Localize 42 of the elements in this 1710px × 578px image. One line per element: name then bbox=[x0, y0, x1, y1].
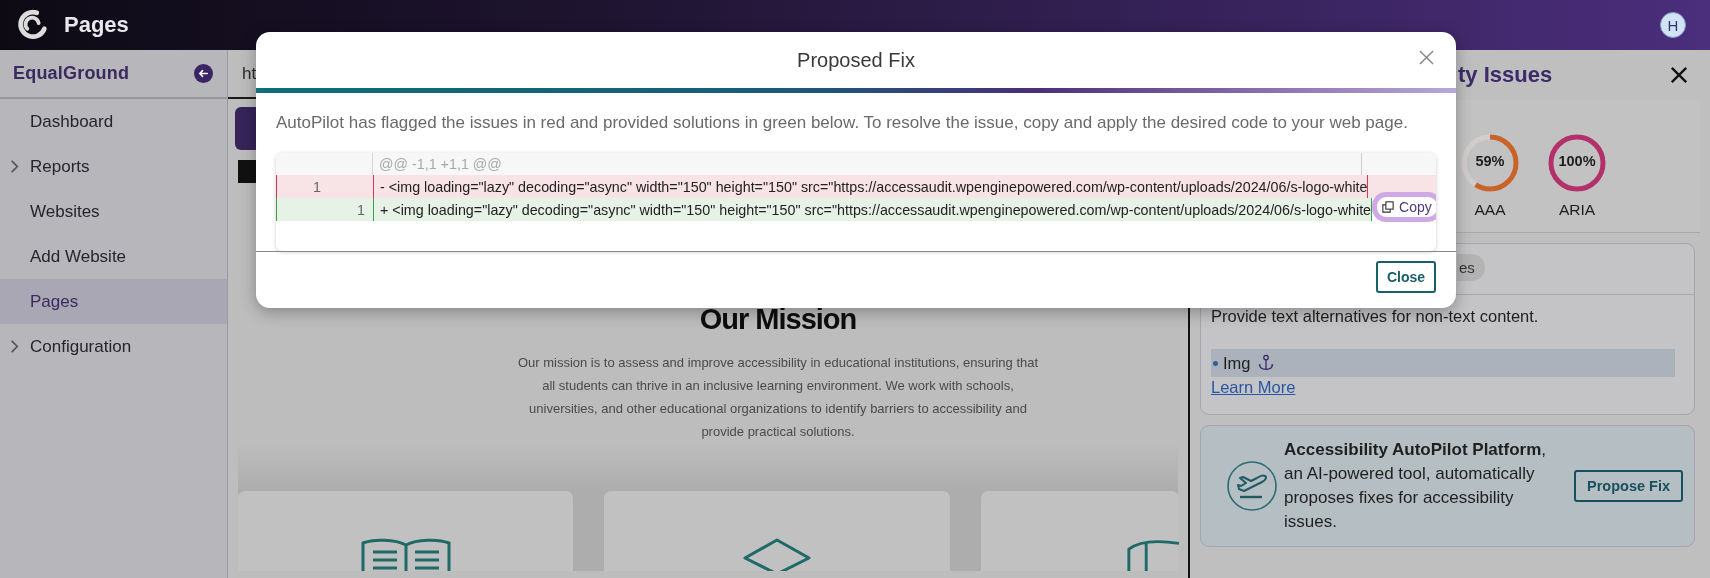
dialog-title: Proposed Fix bbox=[797, 48, 915, 72]
page-tab[interactable]: ht bbox=[242, 63, 257, 84]
issue-tab[interactable]: es bbox=[1457, 254, 1485, 281]
score-label: ARIA bbox=[1558, 201, 1596, 219]
anchor-icon bbox=[1256, 354, 1275, 372]
hunk-header: @@ -1,1 +1,1 @@ bbox=[378, 155, 502, 174]
line-number: 1 bbox=[313, 179, 321, 195]
autopilot-description: Accessibility AutoPilot Platform, an AI-powered tool, automatically proposes fixes for accessibility issues. bbox=[1284, 439, 1547, 533]
brand-name: EqualGround bbox=[13, 63, 130, 84]
chevron-icon[interactable] bbox=[8, 160, 21, 173]
code-line: - <img loading="lazy" decoding="async" width="150" height="150" src="https://accessaudit.wpenginepowered.com/wp-content/uploads/2024/06/s-logo-white bbox=[379, 177, 1368, 197]
code-line: + <img loading="lazy" decoding="async" width="150" height="150" src="https://accessaudit.wpenginepowered.com/wp-content/uploads/2024/06/s-logo-white bbox=[379, 200, 1372, 220]
action-button[interactable] bbox=[235, 107, 257, 150]
element-item[interactable]: Img bbox=[1211, 349, 1675, 377]
page-title: Pages bbox=[64, 12, 129, 38]
sidebar-item[interactable]: Configuration bbox=[0, 324, 227, 369]
copy-icon bbox=[1382, 201, 1395, 213]
score-label: AAA bbox=[1474, 201, 1506, 219]
sidebar-item[interactable]: Reports bbox=[0, 144, 227, 189]
sidebar-item[interactable]: Add Website bbox=[0, 234, 227, 279]
user-avatar[interactable]: H bbox=[1660, 12, 1686, 38]
panel-title: ty Issues bbox=[1458, 62, 1553, 88]
score-value: 59% bbox=[1475, 153, 1505, 169]
propose-fix-button[interactable]: Propose Fix bbox=[1574, 470, 1683, 502]
close-button[interactable]: Close bbox=[1375, 261, 1436, 293]
line-number: 1 bbox=[357, 202, 365, 218]
chevron-icon[interactable] bbox=[8, 340, 21, 353]
dialog-description: AutoPilot has flagged the issues in red and provided solutions in green below. To resolve the issue, copy and apply the desired code to your web page. bbox=[276, 113, 1409, 133]
sidebar-item[interactable]: Dashboard bbox=[0, 99, 227, 144]
section-heading: Our Mission bbox=[698, 302, 858, 337]
graduation-cap-icon bbox=[741, 538, 813, 571]
learn-more-link[interactable]: Learn More bbox=[1211, 378, 1296, 397]
score-value: 100% bbox=[1558, 153, 1596, 169]
airplane-icon bbox=[1226, 460, 1278, 512]
sidebar-item[interactable]: Pages bbox=[0, 279, 227, 324]
logo-icon bbox=[16, 8, 50, 42]
sidebar-item[interactable]: Websites bbox=[0, 189, 227, 234]
collapse-icon[interactable] bbox=[194, 64, 213, 83]
close-icon[interactable] bbox=[1670, 66, 1688, 84]
copy-button[interactable]: Copy bbox=[1372, 192, 1436, 222]
guideline-text: Provide text alternatives for non-text content. bbox=[1211, 307, 1540, 326]
mission-text: Our mission is to assess and improve accessibility in educational institutions, ensuring that all students can thrive in an inclusive learning environment. We work with schools, universities, and other educational organizations to identify barriers to accessibility and provide practical solutions. bbox=[516, 354, 1040, 441]
